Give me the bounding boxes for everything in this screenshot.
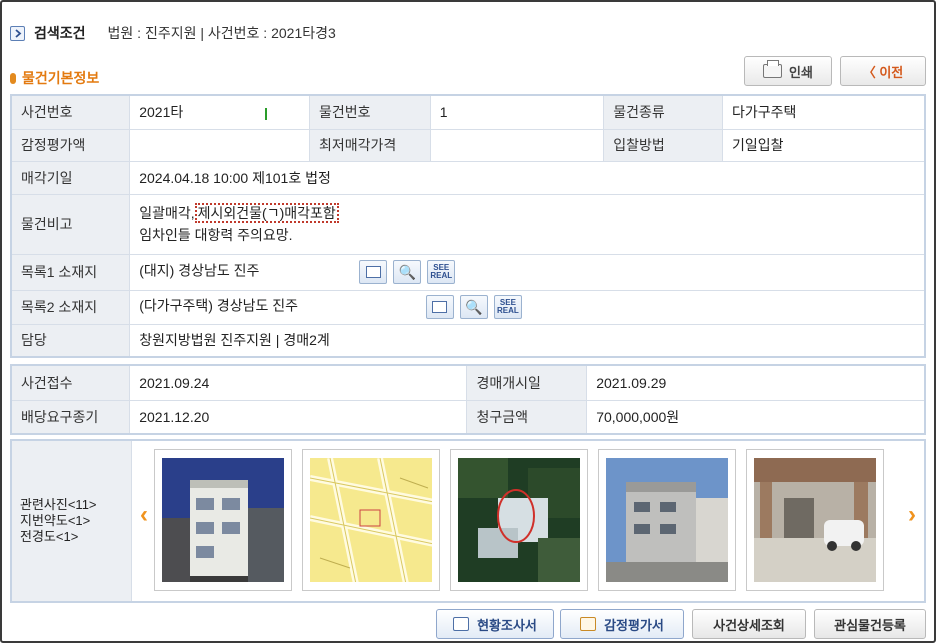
search-condition-row: 검색조건 법원 : 진주지원 | 사건번호 : 2021타경3: [10, 20, 336, 46]
case-detail-label: 사건상세조회: [713, 617, 785, 633]
bullet-icon: [10, 72, 16, 84]
sale-date-label: 매각기일: [10, 160, 131, 195]
addr2-label: 목록2 소재지: [10, 289, 131, 325]
addr2-icons: 🔍 SEE REAL: [425, 295, 522, 319]
start-value: 2021.09.29: [586, 364, 926, 401]
case-detail-button[interactable]: 사건상세조회: [692, 609, 806, 639]
survey-report-label: 현황조사서: [477, 617, 537, 633]
start-label: 경매개시일: [466, 364, 588, 401]
addr2-text: (다가구주택) 경상남도 진주: [139, 297, 299, 314]
photo-thumbnail-1[interactable]: [154, 449, 292, 591]
prev-button[interactable]: 〈 이전: [840, 56, 926, 86]
survey-report-button[interactable]: 현황조사서: [436, 609, 554, 639]
edit-document-icon: [580, 617, 597, 631]
appraisal-doc-button[interactable]: 감정평가서: [560, 609, 684, 639]
appraisal-doc-label: 감정평가서: [604, 617, 664, 633]
case-no-value: 2021타: [129, 94, 310, 130]
register-doc-icon[interactable]: [425, 295, 454, 319]
basic-info-table: 사건번호 2021타 물건번호 1 물건종류 다가구주택 감정평가액 최저매각가…: [10, 94, 926, 358]
deadline-value: 2021.12.20: [129, 399, 468, 435]
remarks-highlight: 제시외건물(ㄱ)매각포함: [194, 203, 339, 223]
case-info-table: 사건접수 2021.09.24 경매개시일 2021.09.29 배당요구종기 …: [10, 364, 926, 435]
min-price-label: 최저매각가격: [308, 128, 431, 162]
chevron-left-icon[interactable]: ‹: [140, 501, 148, 529]
photo-thumbnail-3[interactable]: [450, 449, 588, 591]
section-title: 물건기본정보: [10, 68, 99, 88]
search-condition-info: 법원 : 진주지원 | 사건번호 : 2021타경3: [107, 25, 336, 41]
favorite-register-label: 관심물건등록: [834, 617, 906, 633]
printer-icon: [763, 60, 783, 78]
table-row: 물건비고 일괄매각, 제시외건물(ㄱ)매각포함 임차인들 대항력 주의요망.: [10, 193, 926, 255]
expand-arrow-icon[interactable]: [10, 25, 25, 41]
auction-item-panel: 검색조건 법원 : 진주지원 | 사건번호 : 2021타경3 물건기본정보 인…: [0, 0, 936, 643]
photo-thumbnail-2[interactable]: [302, 449, 440, 591]
map-search-icon[interactable]: 🔍: [393, 260, 422, 284]
photo-strip: ‹ ›: [132, 441, 924, 601]
table-row: 목록2 소재지 (다가구주택) 경상남도 진주 🔍 SEE REAL: [10, 289, 926, 325]
addr2-value: (다가구주택) 경상남도 진주 🔍 SEE REAL: [129, 289, 926, 325]
chevron-right-icon[interactable]: ›: [908, 501, 916, 529]
addr1-value: (대지) 경상남도 진주 🔍 SEE REAL: [129, 253, 926, 291]
item-type-label: 물건종류: [603, 94, 723, 130]
addr1-icons: 🔍 SEE REAL: [359, 260, 456, 284]
appraisal-value: [129, 128, 310, 162]
item-no-label: 물건번호: [308, 94, 431, 130]
photo-thumbnail-4[interactable]: [598, 449, 736, 591]
charge-value: 창원지방법원 진주지원 | 경매2계: [129, 323, 926, 358]
remarks-prefix: 일괄매각,: [139, 205, 195, 221]
table-row: 담당 창원지방법원 진주지원 | 경매2계: [10, 323, 926, 358]
map-search-icon[interactable]: 🔍: [459, 295, 488, 319]
register-doc-icon[interactable]: [359, 260, 388, 284]
addr1-text: (대지) 경상남도 진주: [139, 262, 260, 279]
table-row: 목록1 소재지 (대지) 경상남도 진주 🔍 SEE REAL: [10, 253, 926, 291]
min-price-value: [429, 128, 605, 162]
received-label: 사건접수: [10, 364, 131, 401]
panorama-count-label: 전경도<1>: [20, 529, 79, 544]
item-type-value: 다가구주택: [721, 94, 926, 130]
table-row: 매각기일 2024.04.18 10:00 제101호 법정: [10, 160, 926, 195]
deadline-label: 배당요구종기: [10, 399, 131, 435]
table-row: 감정평가액 최저매각가격 입찰방법 기일입찰: [10, 128, 926, 162]
remarks-label: 물건비고: [10, 193, 131, 255]
received-value: 2021.09.24: [129, 364, 468, 401]
table-row: 배당요구종기 2021.12.20 청구금액 70,000,000원: [10, 399, 926, 435]
bid-method-value: 기일입찰: [721, 128, 926, 162]
photo-gallery: 관련사진<11> 지번약도<1> 전경도<1> ‹ ›: [10, 439, 926, 603]
print-button-label: 인쇄: [789, 64, 813, 80]
search-condition-title: 검색조건: [34, 25, 86, 41]
bid-method-label: 입찰방법: [603, 128, 723, 162]
lot-map-count-label: 지번약도<1>: [20, 513, 91, 528]
print-button[interactable]: 인쇄: [744, 56, 832, 86]
see-real-icon[interactable]: SEE REAL: [427, 260, 456, 284]
photo-thumbnail-5[interactable]: [746, 449, 884, 591]
see-real-icon[interactable]: SEE REAL: [493, 295, 522, 319]
addr1-label: 목록1 소재지: [10, 253, 131, 291]
photo-gallery-label: 관련사진<11> 지번약도<1> 전경도<1>: [12, 441, 132, 601]
table-row: 사건접수 2021.09.24 경매개시일 2021.09.29: [10, 364, 926, 401]
masked-mark: [265, 107, 268, 120]
sale-date-value: 2024.04.18 10:00 제101호 법정: [129, 160, 926, 195]
case-no-label: 사건번호: [10, 94, 131, 130]
item-no-value: 1: [429, 94, 605, 130]
claim-label: 청구금액: [466, 399, 588, 435]
table-row: 사건번호 2021타 물건번호 1 물건종류 다가구주택: [10, 94, 926, 130]
appraisal-label: 감정평가액: [10, 128, 131, 162]
claim-value: 70,000,000원: [586, 399, 926, 435]
charge-label: 담당: [10, 323, 131, 358]
remarks-line2: 임차인들 대항력 주의요망.: [139, 227, 293, 243]
prev-button-label: 〈 이전: [862, 64, 904, 80]
remarks-value: 일괄매각, 제시외건물(ㄱ)매각포함 임차인들 대항력 주의요망.: [129, 193, 926, 255]
section-title-text: 물건기본정보: [22, 70, 100, 86]
photo-count-label: 관련사진<11>: [20, 497, 97, 512]
favorite-register-button[interactable]: 관심물건등록: [814, 609, 926, 639]
document-icon: [453, 617, 470, 631]
